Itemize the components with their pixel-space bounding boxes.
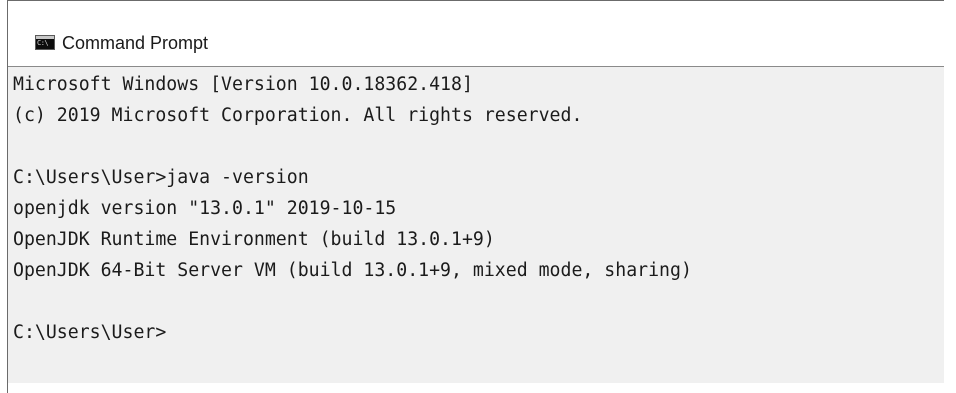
title-bar[interactable]: C:\ Command Prompt bbox=[8, 1, 944, 67]
console-line: Microsoft Windows [Version 10.0.18362.41… bbox=[13, 74, 473, 95]
console-line: openjdk version "13.0.1" 2019-10-15 bbox=[13, 198, 397, 219]
console-icon-label: C:\ bbox=[37, 39, 49, 47]
console-icon: C:\ bbox=[35, 35, 55, 50]
command-prompt-line[interactable]: C:\Users\User> bbox=[13, 317, 944, 348]
console-output[interactable]: Microsoft Windows [Version 10.0.18362.41… bbox=[8, 67, 944, 383]
console-line: OpenJDK 64-Bit Server VM (build 13.0.1+9… bbox=[13, 260, 692, 281]
console-line: (c) 2019 Microsoft Corporation. All righ… bbox=[13, 105, 583, 126]
console-line: C:\Users\User>java -version bbox=[13, 167, 309, 188]
console-line: OpenJDK Runtime Environment (build 13.0.… bbox=[13, 229, 495, 250]
window-title: Command Prompt bbox=[62, 33, 209, 53]
command-prompt-window: C:\ Command Prompt Microsoft Windows [Ve… bbox=[7, 0, 944, 393]
